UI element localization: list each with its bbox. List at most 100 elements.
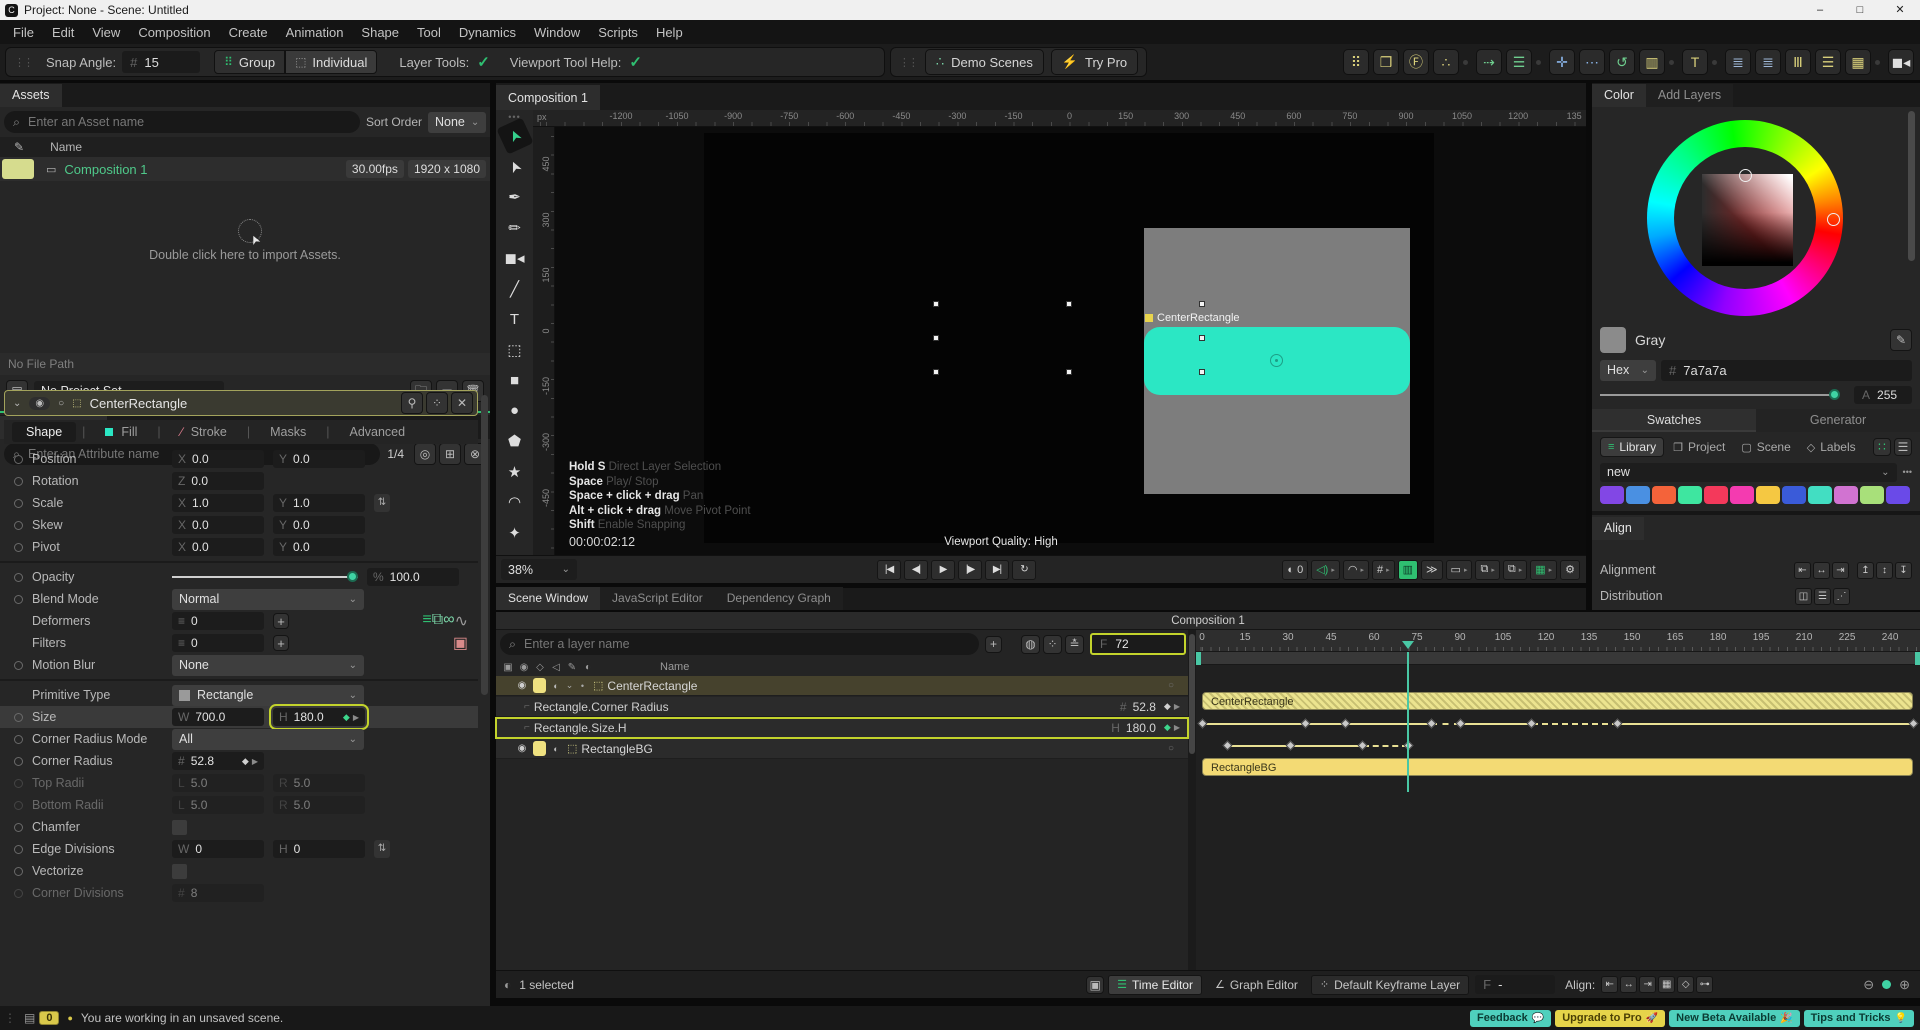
loop-button[interactable]: ↻ <box>1012 560 1036 580</box>
expand-arrow-icon[interactable]: ▸ <box>1519 566 1523 574</box>
extrude-cube-icon[interactable]: ❒ <box>1373 49 1399 75</box>
alpha-slider[interactable] <box>1600 386 1846 404</box>
box-icon[interactable]: ◇ <box>532 662 548 673</box>
menu-edit[interactable]: Edit <box>43 25 83 40</box>
menu-shape[interactable]: Shape <box>352 25 408 40</box>
align-left-icon[interactable]: ⇤ <box>1794 562 1811 579</box>
palette-swatch[interactable] <box>1782 486 1806 504</box>
attr-field[interactable]: H0 <box>273 840 365 858</box>
attr-dot[interactable] <box>14 521 23 530</box>
time-editor-button[interactable]: ☰ Time Editor <box>1108 975 1202 995</box>
status-button-tips-and-tricks[interactable]: Tips and Tricks💡 <box>1804 1010 1914 1027</box>
keyframe-icon[interactable] <box>1197 718 1207 728</box>
selection-handle[interactable] <box>933 335 939 341</box>
keyframe-layer-dropdown[interactable]: ⁘ Default Keyframe Layer <box>1311 975 1469 995</box>
tab-generator[interactable]: Generator <box>1756 409 1920 432</box>
spray-icon[interactable]: ◍ <box>1021 635 1040 654</box>
attr-field[interactable]: ≡0 <box>172 612 264 630</box>
scrollbar[interactable] <box>481 395 488 695</box>
attr-dot[interactable] <box>14 573 23 582</box>
tab-color[interactable]: Color <box>1592 84 1646 107</box>
attr-dot[interactable] <box>14 867 23 876</box>
expand-arrow-icon[interactable]: ▸ <box>1464 566 1468 574</box>
attr-field[interactable]: R5.0 <box>273 774 365 792</box>
attr-dropdown[interactable]: All⌄ <box>172 729 364 750</box>
side-icon[interactable]: ▣ <box>453 633 468 653</box>
tab-shape[interactable]: Shape <box>12 422 76 442</box>
timeline-range-bar[interactable] <box>1196 652 1920 665</box>
attr-field[interactable]: Y1.0 <box>273 494 365 512</box>
pin-icon[interactable]: ⚲ <box>401 392 423 414</box>
hex-input[interactable]: # 7a7a7a <box>1661 360 1912 381</box>
source-tab-scene[interactable]: ▢Scene <box>1734 438 1797 456</box>
asset-search-input[interactable]: ⌕ Enter an Asset name <box>4 111 360 133</box>
maximize-button[interactable]: □ <box>1840 0 1880 20</box>
go-end-button[interactable]: ▶| <box>985 560 1009 580</box>
attr-dropdown[interactable]: Rectangle⌄ <box>172 685 364 706</box>
palette-swatch[interactable] <box>1678 486 1702 504</box>
zoom-in-icon[interactable]: ⊕ <box>1899 977 1910 993</box>
transform-box-tool[interactable]: ⬚ <box>501 336 529 364</box>
playhead-marker[interactable] <box>1402 641 1414 649</box>
attr-field[interactable]: #52.8◆▶ <box>172 752 264 770</box>
status-button-upgrade-to-pro[interactable]: Upgrade to Pro🚀 <box>1555 1010 1665 1027</box>
attr-field[interactable]: X1.0 <box>172 494 264 512</box>
chevron-down-icon[interactable]: ⌄ <box>563 680 576 691</box>
pen-tool[interactable]: ✒ <box>501 183 529 211</box>
stagger-right-icon[interactable]: ≣ <box>1755 49 1781 75</box>
mini-box-button[interactable]: ▣ <box>1086 976 1104 994</box>
layout-icon[interactable]: ▥ <box>1398 560 1418 580</box>
keyframe-icon[interactable] <box>1613 718 1623 728</box>
checkbox[interactable] <box>172 820 187 835</box>
palette-swatch[interactable] <box>1834 486 1858 504</box>
audio-frame-toggle[interactable]: ◐ 0 <box>1282 560 1308 580</box>
expand-arrow-icon[interactable]: ▸ <box>1386 566 1390 574</box>
tab-javascript-editor[interactable]: JavaScript Editor <box>600 587 715 610</box>
attr-field[interactable]: %100.0 <box>367 568 459 586</box>
attr-dot[interactable] <box>14 595 23 604</box>
attr-field[interactable]: Y0.0 <box>273 516 365 534</box>
align-bottom-icon[interactable]: ↧ <box>1895 562 1912 579</box>
palette-swatch[interactable] <box>1704 486 1728 504</box>
attr-field[interactable]: #8 <box>172 884 264 902</box>
keyframe-next-icon[interactable]: ▶ <box>1174 723 1180 732</box>
keyframe-next-icon[interactable]: ▶ <box>353 713 359 722</box>
attr-dropdown[interactable]: None⌄ <box>172 655 364 676</box>
keyframe-icon[interactable] <box>1358 740 1368 750</box>
palette-swatch[interactable] <box>1886 486 1910 504</box>
asset-row-composition[interactable]: ▭ Composition 1 30.00fps 1920 x 1080 <box>0 157 490 181</box>
stack-icon[interactable]: ⧉▸ <box>1503 560 1527 580</box>
tl-align-left-icon[interactable]: ⇤ <box>1601 976 1618 993</box>
tab-align[interactable]: Align <box>1592 517 1644 540</box>
menu-dynamics[interactable]: Dynamics <box>450 25 525 40</box>
keyframe-icon[interactable] <box>1426 718 1436 728</box>
eye-icon[interactable]: ◉ <box>514 743 530 754</box>
group-button[interactable]: ⠿ Group <box>214 50 285 74</box>
tab-fill[interactable]: Fill <box>91 422 151 442</box>
track-band-rectanglebg[interactable]: RectangleBG <box>1202 758 1913 776</box>
sparkle-tool[interactable]: ✦ <box>501 519 529 547</box>
attr-field[interactable]: X0.0 <box>172 450 264 468</box>
text-tool[interactable]: T <box>501 305 529 333</box>
scatter-icon[interactable]: ∴ <box>1433 49 1459 75</box>
tab-assets[interactable]: Assets <box>0 84 62 107</box>
tab-stroke[interactable]: ∕Stroke <box>167 422 241 442</box>
hue-selector[interactable] <box>1827 213 1840 226</box>
eye-icon[interactable]: ◉ <box>514 680 530 691</box>
layer-row-centerrectangle[interactable]: ◉◐⌄•⬚CenterRectangle○ <box>496 676 1188 696</box>
pivot-icon[interactable] <box>1270 354 1283 367</box>
expand-arrow-icon[interactable]: ▸ <box>1491 566 1495 574</box>
layer-toggle-icon[interactable]: ◐ <box>549 681 563 691</box>
filmstrip-icon[interactable]: ▥ <box>1639 49 1665 75</box>
attr-field[interactable]: H180.0◆▶ <box>273 708 365 726</box>
layer-color-swatch[interactable] <box>533 741 546 756</box>
layer-color-swatch[interactable] <box>533 678 546 693</box>
go-start-button[interactable]: |◀ <box>877 560 901 580</box>
attr-dot[interactable] <box>14 543 23 552</box>
arc-tool[interactable]: ◠ <box>501 488 529 516</box>
line-tool[interactable]: ╱ <box>501 275 529 303</box>
status-button-feedback[interactable]: Feedback💬 <box>1470 1010 1551 1027</box>
menu-view[interactable]: View <box>83 25 129 40</box>
layer-row-rectanglebg[interactable]: ◉◐⬚RectangleBG○ <box>496 739 1188 759</box>
attr-field[interactable]: L5.0 <box>172 774 264 792</box>
